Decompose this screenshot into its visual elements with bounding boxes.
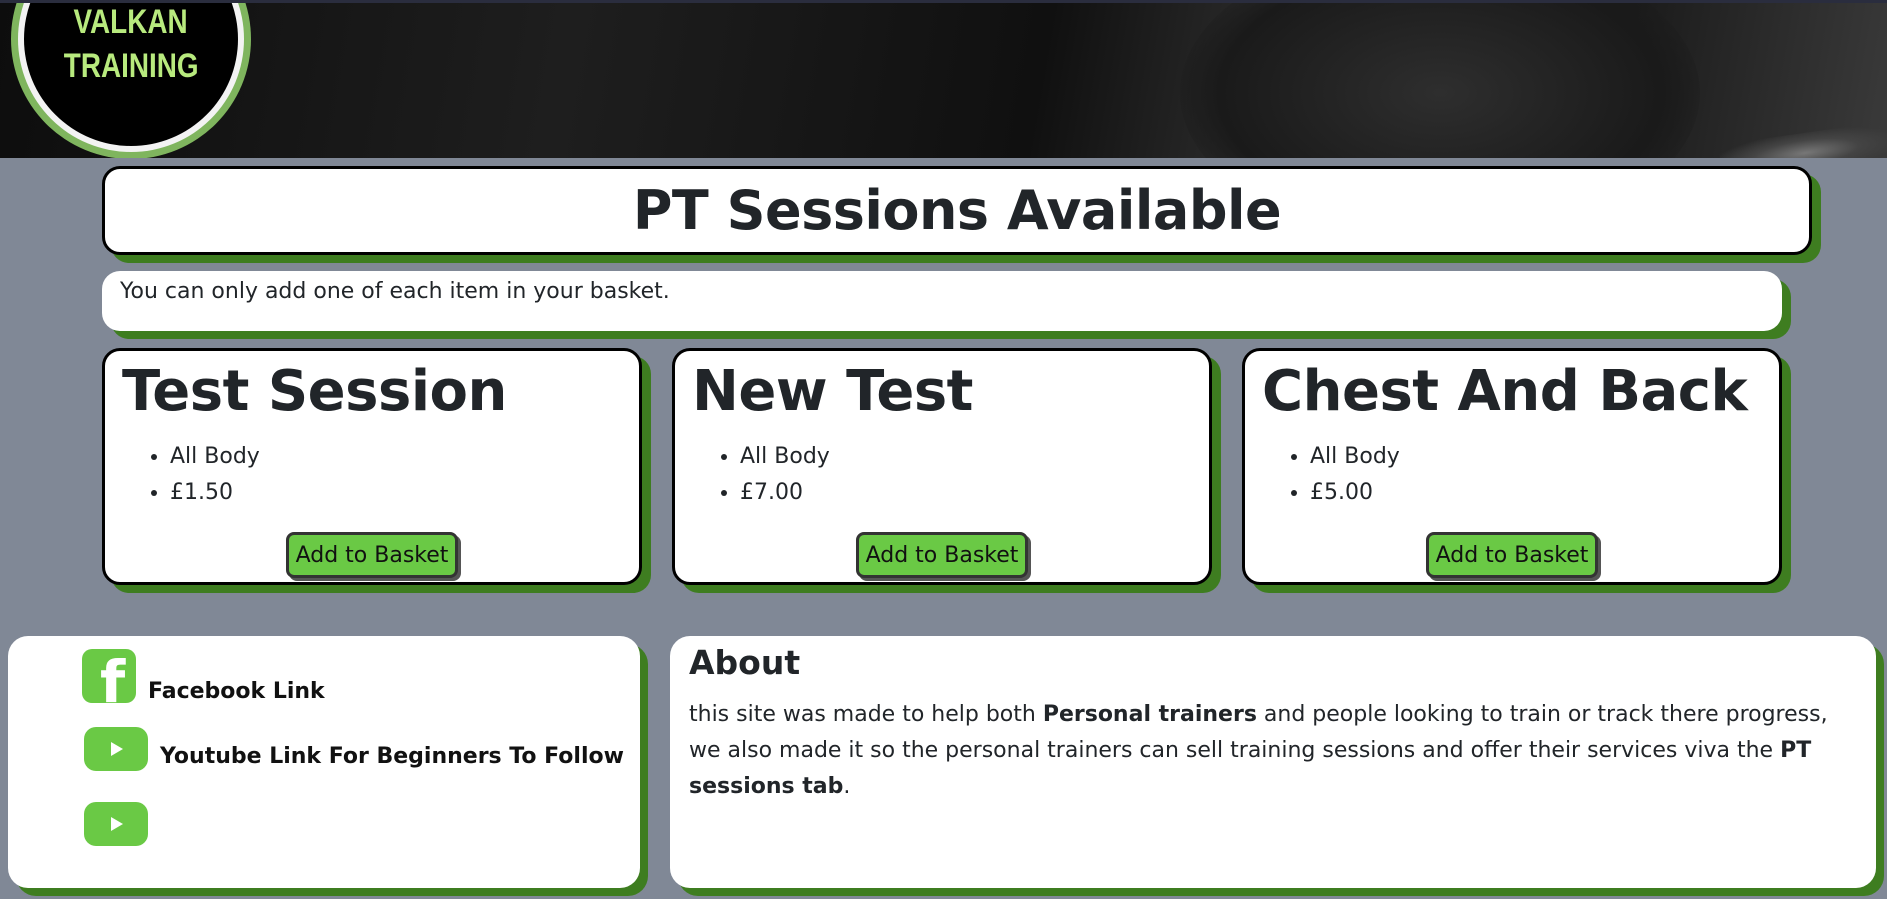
session-details: All Body £7.00 bbox=[692, 439, 1192, 511]
session-focus: All Body bbox=[1310, 439, 1762, 475]
session-price: £7.00 bbox=[740, 475, 1192, 511]
about-bold-personal-trainers: Personal trainers bbox=[1042, 702, 1257, 727]
facebook-icon[interactable]: f bbox=[82, 648, 136, 703]
session-focus: All Body bbox=[740, 439, 1192, 475]
page-title-box: PT Sessions Available bbox=[102, 166, 1812, 255]
youtube-icon[interactable] bbox=[84, 727, 148, 771]
about-panel: About this site was made to help both Pe… bbox=[670, 636, 1876, 888]
hero-background-highlight bbox=[1718, 121, 1887, 158]
session-details: All Body £1.50 bbox=[122, 439, 622, 511]
page-title: PT Sessions Available bbox=[632, 179, 1282, 242]
site-logo[interactable]: VALKAN TRAINING bbox=[11, 3, 251, 158]
session-card: Chest And Back All Body £5.00 Add to Bas… bbox=[1242, 348, 1782, 585]
add-to-basket-button[interactable]: Add to Basket bbox=[286, 532, 458, 578]
youtube-link-secondary[interactable] bbox=[84, 802, 148, 846]
session-title: New Test bbox=[692, 359, 973, 424]
about-heading: About bbox=[689, 643, 801, 682]
session-card: Test Session All Body £1.50 Add to Baske… bbox=[102, 348, 642, 585]
about-text: this site was made to help both Personal… bbox=[689, 697, 1857, 805]
session-details: All Body £5.00 bbox=[1262, 439, 1762, 511]
logo-text-line2: TRAINING bbox=[63, 47, 199, 85]
session-title: Test Session bbox=[122, 359, 507, 424]
youtube-link[interactable]: Youtube Link For Beginners To Follow bbox=[84, 727, 624, 771]
add-to-basket-button[interactable]: Add to Basket bbox=[1426, 532, 1598, 578]
add-to-basket-button[interactable]: Add to Basket bbox=[856, 532, 1028, 578]
facebook-link[interactable]: f Facebook Link bbox=[82, 647, 325, 704]
social-links-panel: f Facebook Link Youtube Link For Beginne… bbox=[8, 636, 640, 888]
hero-background-figure bbox=[1180, 3, 1700, 158]
about-text-part: this site was made to help both bbox=[689, 702, 1043, 727]
logo-badge: VALKAN TRAINING bbox=[24, 3, 238, 146]
hero-banner: VALKAN TRAINING bbox=[0, 0, 1887, 158]
basket-notice: You can only add one of each item in you… bbox=[102, 271, 1782, 331]
session-price: £1.50 bbox=[170, 475, 622, 511]
youtube-icon[interactable] bbox=[84, 802, 148, 846]
logo-text-line1: VALKAN bbox=[73, 3, 189, 41]
about-text-part: . bbox=[843, 774, 851, 799]
youtube-link-label[interactable]: Youtube Link For Beginners To Follow bbox=[160, 744, 624, 769]
session-title: Chest And Back bbox=[1262, 359, 1748, 424]
session-card: New Test All Body £7.00 Add to Basket bbox=[672, 348, 1212, 585]
session-focus: All Body bbox=[170, 439, 622, 475]
logo-ring: VALKAN TRAINING bbox=[18, 3, 244, 152]
facebook-link-label[interactable]: Facebook Link bbox=[148, 679, 325, 704]
session-price: £5.00 bbox=[1310, 475, 1762, 511]
